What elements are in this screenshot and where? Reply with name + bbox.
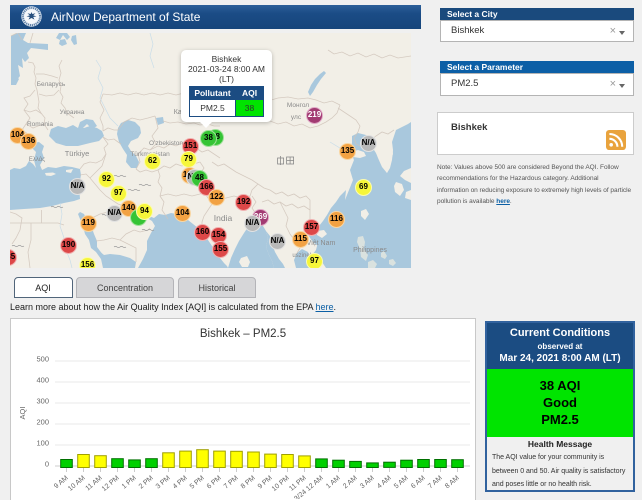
- svg-text:8 AM: 8 AM: [444, 475, 461, 491]
- svg-text:4 AM: 4 AM: [376, 475, 393, 491]
- svg-text:2 AM: 2 AM: [342, 475, 359, 491]
- svg-text:10 PM: 10 PM: [271, 475, 291, 493]
- svg-text:6 AM: 6 AM: [410, 475, 427, 491]
- svg-text:100: 100: [36, 439, 49, 448]
- svg-text:Ελλάς: Ελλάς: [29, 156, 45, 163]
- svg-text:Romania: Romania: [27, 121, 53, 128]
- svg-text:3 PM: 3 PM: [155, 475, 172, 491]
- svg-text:1 PM: 1 PM: [121, 475, 138, 491]
- svg-text:Việt Nam: Việt Nam: [307, 240, 336, 247]
- svg-text:0: 0: [45, 460, 49, 469]
- svg-text:улс: улс: [291, 114, 302, 121]
- svg-text:Oʻzbekiston: Oʻzbekiston: [149, 139, 183, 147]
- svg-text:Philippines: Philippines: [353, 247, 387, 254]
- svg-text:Монгол: Монгол: [287, 102, 309, 109]
- svg-text:10 AM: 10 AM: [67, 475, 87, 493]
- svg-text:India: India: [214, 213, 233, 223]
- svg-text:8 PM: 8 PM: [240, 475, 257, 491]
- svg-text:6 PM: 6 PM: [206, 475, 223, 491]
- svg-text:Украина: Украина: [60, 109, 85, 116]
- svg-text:3 AM: 3 AM: [359, 475, 376, 491]
- svg-text:Bishkek – PM2.5: Bishkek – PM2.5: [200, 328, 286, 340]
- svg-text:AQI: AQI: [18, 407, 27, 420]
- svg-text:1 AM: 1 AM: [325, 475, 342, 491]
- svg-text:2 PM: 2 PM: [138, 475, 155, 491]
- svg-text:11 AM: 11 AM: [84, 475, 103, 493]
- svg-text:4 PM: 4 PM: [172, 475, 189, 491]
- svg-text:5 PM: 5 PM: [189, 475, 206, 491]
- svg-text:5 AM: 5 AM: [393, 475, 410, 491]
- svg-text:12 PM: 12 PM: [101, 475, 121, 493]
- svg-text:7 AM: 7 AM: [427, 475, 444, 491]
- svg-text:200: 200: [36, 418, 49, 427]
- svg-text:300: 300: [36, 397, 49, 406]
- svg-text:500: 500: [36, 355, 49, 364]
- svg-text:Беларусь: Беларусь: [37, 81, 66, 88]
- svg-text:Türkiye: Türkiye: [65, 149, 90, 158]
- svg-text:400: 400: [36, 376, 49, 385]
- svg-text:7 PM: 7 PM: [223, 475, 240, 491]
